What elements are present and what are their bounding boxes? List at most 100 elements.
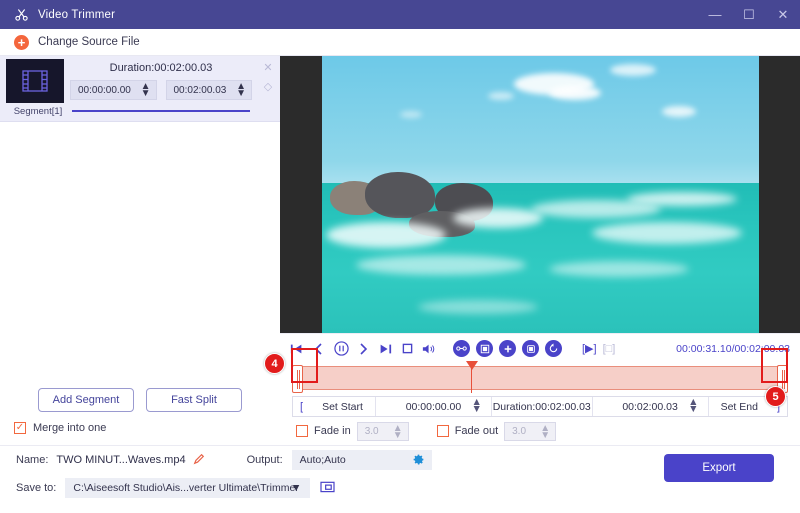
segment-time-inputs: 00:00:00.00 ▲ ▼ 00:02:00.03 ▲ ▼ <box>66 80 256 100</box>
trim-end-stepper[interactable]: ▲ ▼ <box>688 397 698 415</box>
segment-list-empty-area <box>0 122 280 388</box>
time-display: 00:00:31.10/00:02:00.03 <box>676 342 790 355</box>
trim-controls-row: [ Set Start 00:00:00.00 ▲ ▼ Duration:00:0… <box>292 396 788 417</box>
playhead-marker[interactable] <box>466 361 476 393</box>
output-format-value: Auto;Auto <box>299 454 346 466</box>
change-source-file-label: Change Source File <box>38 36 140 48</box>
segment-start-stepper[interactable]: ▲ ▼ <box>127 82 151 99</box>
fade-out-label: Fade out <box>454 425 499 437</box>
segment-progress-bar[interactable] <box>72 110 250 112</box>
gear-icon[interactable] <box>404 453 425 469</box>
segment-end-value: 00:02:00.03 <box>173 84 227 96</box>
window-controls: — ☐ ✕ <box>698 0 800 29</box>
trim-duration-label: Duration:00:02:00.03 <box>492 400 591 413</box>
segment-end-input[interactable]: 00:02:00.03 ▲ ▼ <box>165 80 252 100</box>
chevron-down-icon[interactable]: ▼ <box>283 482 301 494</box>
next-frame-icon[interactable] <box>352 338 374 360</box>
start-bracket-icon: [ <box>300 400 304 413</box>
preview-play-button[interactable]: [▶] <box>582 342 597 355</box>
add-segment-button[interactable]: Add Segment <box>38 388 134 412</box>
output-file-name: TWO MINUT...Waves.mp4 <box>56 454 186 466</box>
segment-start-value: 00:00:00.00 <box>78 84 131 96</box>
segment-close-icon[interactable]: ✕ <box>263 61 272 74</box>
scissors-icon <box>13 7 29 23</box>
crop-icon[interactable] <box>476 340 493 357</box>
merge-into-one-checkbox[interactable]: ✓ <box>14 422 26 434</box>
set-end-button[interactable]: Set End <box>709 397 770 416</box>
trim-end-value: 00:02:00.03 <box>622 400 678 413</box>
main-body: Segment[1] Duration:00:02:00.03 00:00:00… <box>0 56 800 445</box>
video-preview[interactable] <box>280 56 800 333</box>
annotation-badge-5: 5 <box>765 386 786 407</box>
merge-into-one-label: Merge into one <box>33 422 107 434</box>
segment-end-stepper[interactable]: ▲ ▼ <box>222 82 246 99</box>
fade-in-value: 3.0 <box>364 425 379 437</box>
fade-in-checkbox[interactable]: ✓ <box>296 425 308 437</box>
fast-split-button[interactable]: Fast Split <box>146 388 242 412</box>
stop-icon[interactable] <box>396 338 418 360</box>
fade-in-label: Fade in <box>314 425 351 437</box>
segment-start-input[interactable]: 00:00:00.00 ▲ ▼ <box>70 80 157 100</box>
video-trimmer-window: Video Trimmer — ☐ ✕ + Change Source File <box>0 0 800 513</box>
fade-in-stepper[interactable]: ▲ ▼ <box>379 423 403 440</box>
trim-start-value: 00:00:00.00 <box>405 400 462 413</box>
save-to-value: C:\Aiseesoft Studio\Ais...verter Ultimat… <box>73 482 299 494</box>
save-to-label: Save to: <box>16 482 57 494</box>
record-icon[interactable] <box>522 340 539 357</box>
pause-icon[interactable] <box>330 338 352 360</box>
preview-panel: [▶] [□] 00:00:31.10/00:02:00.03 [ Set St… <box>280 56 800 445</box>
fade-controls: ✓ Fade in 3.0 ▲▼ ✓ Fade out 3.0 ▲▼ <box>280 417 800 445</box>
trim-start-stepper[interactable]: ▲ ▼ <box>472 397 482 415</box>
close-button[interactable]: ✕ <box>766 0 800 29</box>
segment-duration-label: Duration:00:02:00.03 <box>109 62 213 74</box>
segment-thumbnail-wrap: Segment[1] <box>0 56 66 121</box>
trim-end-input[interactable]: 00:02:00.03 ▲ ▼ <box>593 397 708 416</box>
preview-stop-button[interactable]: [□] <box>603 343 616 355</box>
change-source-file-bar[interactable]: + Change Source File <box>0 29 800 56</box>
window-title: Video Trimmer <box>38 8 116 21</box>
skip-to-end-icon[interactable] <box>374 338 396 360</box>
fade-out-stepper[interactable]: ▲ ▼ <box>526 423 550 440</box>
skip-to-start-icon[interactable] <box>286 338 308 360</box>
add-icon[interactable] <box>499 340 516 357</box>
plus-circle-icon: + <box>14 34 29 50</box>
folder-open-icon[interactable] <box>320 480 335 496</box>
fade-in-group: ✓ Fade in 3.0 ▲▼ <box>296 421 409 441</box>
reset-icon[interactable] <box>545 340 562 357</box>
annotation-badge-4: 4 <box>264 353 285 374</box>
segment-panel: Segment[1] Duration:00:02:00.03 00:00:00… <box>0 56 280 445</box>
film-strip-icon <box>6 59 64 103</box>
save-to-field[interactable]: C:\Aiseesoft Studio\Ais...verter Ultimat… <box>65 478 311 498</box>
previous-frame-icon[interactable] <box>308 338 330 360</box>
volume-icon[interactable] <box>418 338 440 360</box>
output-format-field[interactable]: Auto;Auto <box>291 450 432 470</box>
left-trim-handle[interactable] <box>292 365 303 393</box>
split-icon[interactable] <box>453 340 470 357</box>
trim-bar-area <box>280 361 800 395</box>
title-bar: Video Trimmer — ☐ ✕ <box>0 0 800 29</box>
left-handle-grip <box>296 370 300 389</box>
segment-buttons: Add Segment Fast Split <box>0 388 280 412</box>
fade-in-input[interactable]: 3.0 ▲ ▼ <box>356 421 409 441</box>
merge-into-one-row[interactable]: ✓ Merge into one <box>0 412 280 434</box>
fade-out-group: ✓ Fade out 3.0 ▲▼ <box>436 421 557 441</box>
export-button[interactable]: Export <box>664 454 774 482</box>
segment-row[interactable]: Segment[1] Duration:00:02:00.03 00:00:00… <box>0 56 280 122</box>
fade-out-value: 3.0 <box>512 425 527 437</box>
minimize-button[interactable]: — <box>698 0 732 29</box>
fade-out-checkbox[interactable]: ✓ <box>436 425 449 437</box>
name-label: Name: <box>16 454 49 466</box>
maximize-button[interactable]: ☐ <box>732 0 766 29</box>
player-toolbar: [▶] [□] 00:00:31.10/00:02:00.03 <box>280 333 800 363</box>
trim-start-input[interactable]: 00:00:00.00 ▲ ▼ <box>376 397 491 416</box>
output-settings-bar: Name: TWO MINUT...Waves.mp4 Output: Auto… <box>0 445 800 513</box>
trim-bar[interactable] <box>292 361 788 393</box>
segment-row-actions: ✕ ◇ <box>256 56 280 121</box>
video-frame <box>321 56 759 333</box>
pencil-icon[interactable] <box>193 453 205 468</box>
set-start-button[interactable]: Set Start <box>310 397 375 416</box>
segment-name-label: Segment[1] <box>13 106 63 117</box>
segment-collapse-icon[interactable]: ◇ <box>264 80 272 93</box>
right-handle-grip <box>781 370 785 389</box>
fade-out-input[interactable]: 3.0 ▲ ▼ <box>504 421 557 441</box>
